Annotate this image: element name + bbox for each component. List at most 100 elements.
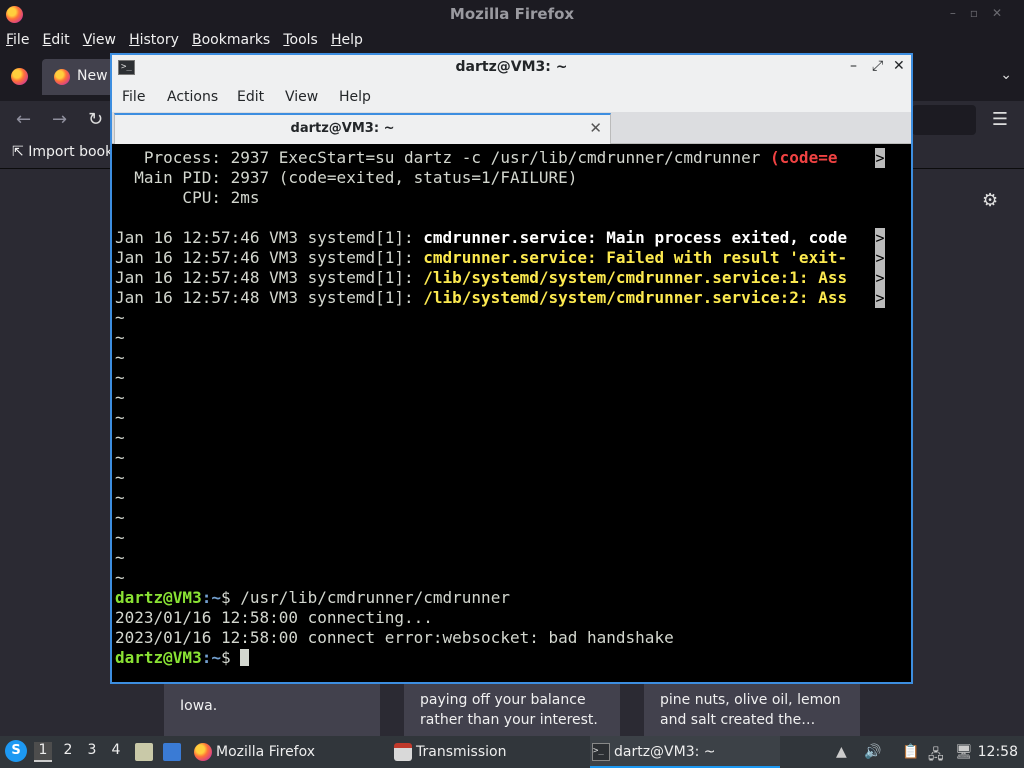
terminal-menu-file[interactable]: File (122, 89, 145, 105)
workspace-1[interactable]: 1 (34, 742, 52, 762)
line-truncation-marker: > (875, 148, 885, 168)
taskbar-app-label: dartz@VM3: ~ (614, 744, 716, 760)
terminal-menu-help[interactable]: Help (339, 89, 371, 105)
pager-tilde: ~ (115, 508, 125, 527)
terminal-menu-edit[interactable]: Edit (237, 89, 264, 105)
story-card-text: paying off your balance (420, 692, 586, 708)
pager-tilde: ~ (115, 428, 125, 447)
pager-tilde: ~ (115, 348, 125, 367)
volume-icon[interactable]: 🔊 (864, 744, 881, 760)
firefox-view-icon[interactable] (11, 68, 28, 85)
firefox-icon (194, 743, 212, 761)
firefox-menu-view[interactable]: View (83, 32, 116, 48)
minimize-icon[interactable]: – (850, 58, 857, 74)
pager-tilde: ~ (115, 568, 125, 587)
firefox-menu-bookmarks[interactable]: Bookmarks (192, 32, 270, 48)
taskbar-app-terminal[interactable]: >_ dartz@VM3: ~ (590, 736, 780, 768)
line-truncation-marker: > (875, 288, 885, 308)
log-message: /lib/systemd/system/cmdrunner.service:2:… (423, 288, 848, 307)
taskbar: S 1 2 3 4 Mozilla Firefox Transmission >… (0, 736, 1024, 768)
firefox-menu-tools[interactable]: Tools (283, 32, 318, 48)
file-manager-icon[interactable] (135, 743, 153, 761)
log-message: cmdrunner.service: Failed with result 'e… (423, 248, 848, 267)
taskbar-app-transmission[interactable]: Transmission (392, 736, 582, 768)
firefox-url-bar[interactable] (912, 105, 976, 135)
forward-arrow-icon[interactable]: → (52, 109, 67, 130)
log-message: cmdrunner.service: Main process exited, … (423, 228, 848, 247)
workspace-2[interactable]: 2 (59, 742, 77, 762)
log-prefix: Jan 16 12:57:46 VM3 systemd[1]: (115, 248, 424, 267)
terminal-menu-actions[interactable]: Actions (167, 89, 218, 105)
firefox-favicon-icon (54, 69, 70, 85)
prompt-user: dartz@VM3 (115, 648, 202, 667)
story-card-text: rather than your interest. (420, 712, 598, 728)
network-icon[interactable]: 🖧 (928, 744, 944, 768)
line-truncation-marker: > (875, 228, 885, 248)
pager-tilde: ~ (115, 328, 125, 347)
chevron-down-icon[interactable]: ⌄ (1000, 67, 1012, 83)
terminal-menubar: File Actions Edit View Help (112, 82, 911, 112)
log-message: /lib/systemd/system/cmdrunner.service:1:… (423, 268, 848, 287)
pager-tilde: ~ (115, 468, 125, 487)
story-card-2[interactable]: paying off your balance rather than your… (404, 684, 620, 736)
import-bookmarks-label: Import book (28, 144, 114, 160)
firefox-window-controls[interactable]: –▫✕ (950, 6, 1016, 20)
shell-prompt-line[interactable]: dartz@VM3:~$ (115, 648, 250, 668)
clipboard-icon[interactable]: 📋 (902, 744, 919, 760)
terminal-tabbar: dartz@VM3: ~ ✕ (112, 112, 911, 144)
story-card-1[interactable]: Iowa. (164, 684, 380, 736)
story-card-text (180, 686, 364, 696)
firefox-menu-file[interactable]: File (6, 32, 29, 48)
story-card-text: Iowa. (180, 698, 218, 714)
close-tab-icon[interactable]: ✕ (589, 119, 602, 137)
workspace-4[interactable]: 4 (107, 742, 125, 762)
back-arrow-icon[interactable]: ← (16, 109, 31, 130)
firefox-tab-label: New (77, 68, 108, 84)
terminal-log-line: Jan 16 12:57:46 VM3 systemd[1]: cmdrunne… (115, 248, 847, 268)
maximize-icon[interactable]: ⤢ (872, 58, 883, 74)
clock[interactable]: 12:58 (978, 744, 1018, 760)
terminal-window-title: dartz@VM3: ~ (455, 59, 568, 75)
reload-icon[interactable]: ↻ (88, 109, 103, 130)
pager-tilde: ~ (115, 368, 125, 387)
terminal-menu-view[interactable]: View (285, 89, 318, 105)
pager-tilde: ~ (115, 548, 125, 567)
shell-prompt-line: dartz@VM3:~$ /usr/lib/cmdrunner/cmdrunne… (115, 588, 510, 608)
terminal-tab-label: dartz@VM3: ~ (290, 121, 395, 136)
application-launcher-icon[interactable]: S (5, 740, 27, 762)
terminal-log-line: Jan 16 12:57:46 VM3 systemd[1]: cmdrunne… (115, 228, 847, 248)
pager-tilde: ~ (115, 408, 125, 427)
prompt-path: :~ (201, 588, 221, 607)
terminal-titlebar[interactable]: >_ dartz@VM3: ~ – ⤢ ✕ (112, 55, 911, 82)
show-desktop-icon[interactable] (163, 743, 181, 761)
log-prefix: Jan 16 12:57:48 VM3 systemd[1]: (115, 288, 424, 307)
prompt-path: :~ (201, 648, 221, 667)
text-cursor (240, 649, 250, 666)
taskbar-app-label: Transmission (416, 744, 507, 760)
firefox-menu-edit[interactable]: Edit (43, 32, 70, 48)
terminal-tab[interactable]: dartz@VM3: ~ ✕ (114, 113, 611, 144)
gear-icon[interactable]: ⚙ (982, 190, 998, 211)
terminal-window[interactable]: >_ dartz@VM3: ~ – ⤢ ✕ File Actions Edit … (110, 53, 913, 684)
terminal-text: Process: 2937 ExecStart=su dartz -c /usr… (115, 148, 771, 167)
prompt-sign: $ (220, 588, 241, 607)
story-card-text: and salt created the… (660, 712, 816, 728)
firefox-menu-history[interactable]: History (129, 32, 179, 48)
terminal-output[interactable]: Process: 2937 ExecStart=su dartz -c /usr… (115, 148, 885, 682)
taskbar-app-label: Mozilla Firefox (216, 744, 316, 760)
updates-icon[interactable]: 🖥 (955, 744, 973, 760)
taskbar-app-firefox[interactable]: Mozilla Firefox (192, 736, 382, 768)
hamburger-menu-icon[interactable]: ☰ (992, 109, 1008, 130)
close-icon[interactable]: ✕ (893, 58, 905, 74)
firefox-menu-help[interactable]: Help (331, 32, 363, 48)
command-output-line: 2023/01/16 12:58:00 connecting... (115, 608, 433, 627)
firefox-titlebar[interactable]: Mozilla Firefox –▫✕ (0, 0, 1024, 29)
line-truncation-marker: > (875, 268, 885, 288)
terminal-line: CPU: 2ms (115, 188, 260, 207)
notification-icon[interactable]: ▲ (836, 744, 847, 760)
import-bookmarks-button[interactable]: ⇱ Import book (12, 144, 113, 160)
pager-tilde: ~ (115, 488, 125, 507)
workspace-3[interactable]: 3 (83, 742, 101, 762)
pager-tilde: ~ (115, 308, 125, 327)
story-card-3[interactable]: pine nuts, olive oil, lemon and salt cre… (644, 684, 860, 736)
